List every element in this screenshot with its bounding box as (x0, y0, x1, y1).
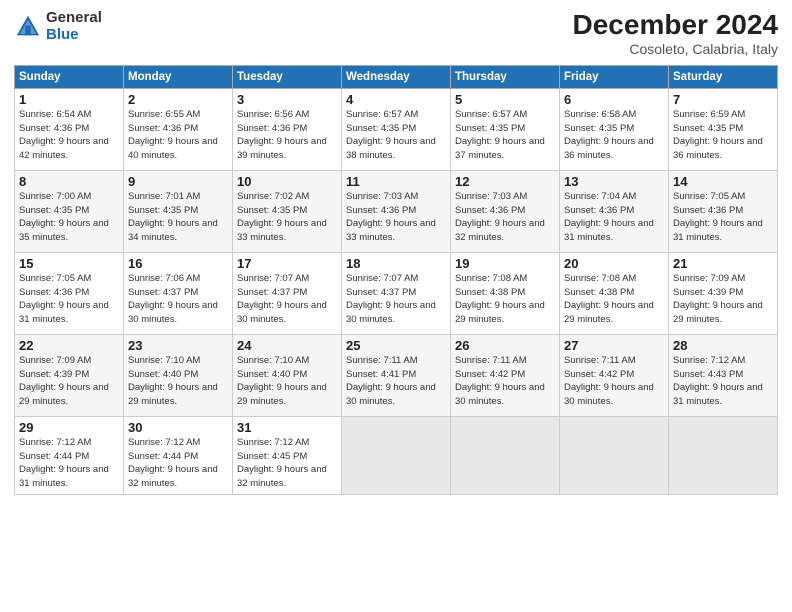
col-tuesday: Tuesday (233, 65, 342, 88)
table-row: 4Sunrise: 6:57 AMSunset: 4:35 PMDaylight… (342, 88, 451, 170)
header-row: Sunday Monday Tuesday Wednesday Thursday… (15, 65, 778, 88)
table-row: 19Sunrise: 7:08 AMSunset: 4:38 PMDayligh… (451, 252, 560, 334)
col-wednesday: Wednesday (342, 65, 451, 88)
table-row: 13Sunrise: 7:04 AMSunset: 4:36 PMDayligh… (560, 170, 669, 252)
table-row: 14Sunrise: 7:05 AMSunset: 4:36 PMDayligh… (669, 170, 778, 252)
col-sunday: Sunday (15, 65, 124, 88)
table-row (451, 416, 560, 494)
logo-text: General Blue (46, 10, 102, 43)
table-row: 28Sunrise: 7:12 AMSunset: 4:43 PMDayligh… (669, 334, 778, 416)
table-row: 24Sunrise: 7:10 AMSunset: 4:40 PMDayligh… (233, 334, 342, 416)
table-row: 2Sunrise: 6:55 AMSunset: 4:36 PMDaylight… (124, 88, 233, 170)
month-title: December 2024 (573, 10, 778, 41)
page-container: General Blue December 2024 Cosoleto, Cal… (0, 0, 792, 503)
table-row: 10Sunrise: 7:02 AMSunset: 4:35 PMDayligh… (233, 170, 342, 252)
table-row: 1Sunrise: 6:54 AMSunset: 4:36 PMDaylight… (15, 88, 124, 170)
table-row: 17Sunrise: 7:07 AMSunset: 4:37 PMDayligh… (233, 252, 342, 334)
table-row: 7Sunrise: 6:59 AMSunset: 4:35 PMDaylight… (669, 88, 778, 170)
table-row: 15Sunrise: 7:05 AMSunset: 4:36 PMDayligh… (15, 252, 124, 334)
table-row: 20Sunrise: 7:08 AMSunset: 4:38 PMDayligh… (560, 252, 669, 334)
table-row: 27Sunrise: 7:11 AMSunset: 4:42 PMDayligh… (560, 334, 669, 416)
table-row: 25Sunrise: 7:11 AMSunset: 4:41 PMDayligh… (342, 334, 451, 416)
table-row: 3Sunrise: 6:56 AMSunset: 4:36 PMDaylight… (233, 88, 342, 170)
location-subtitle: Cosoleto, Calabria, Italy (573, 41, 778, 57)
table-row: 21Sunrise: 7:09 AMSunset: 4:39 PMDayligh… (669, 252, 778, 334)
table-row: 9Sunrise: 7:01 AMSunset: 4:35 PMDaylight… (124, 170, 233, 252)
logo-general: General (46, 10, 102, 27)
logo-icon (14, 13, 42, 41)
table-row: 22Sunrise: 7:09 AMSunset: 4:39 PMDayligh… (15, 334, 124, 416)
table-row: 29Sunrise: 7:12 AMSunset: 4:44 PMDayligh… (15, 416, 124, 494)
title-block: December 2024 Cosoleto, Calabria, Italy (573, 10, 778, 57)
table-row: 5Sunrise: 6:57 AMSunset: 4:35 PMDaylight… (451, 88, 560, 170)
table-row: 23Sunrise: 7:10 AMSunset: 4:40 PMDayligh… (124, 334, 233, 416)
logo-blue: Blue (46, 27, 102, 44)
table-row: 11Sunrise: 7:03 AMSunset: 4:36 PMDayligh… (342, 170, 451, 252)
col-monday: Monday (124, 65, 233, 88)
col-saturday: Saturday (669, 65, 778, 88)
table-row (342, 416, 451, 494)
table-row: 6Sunrise: 6:58 AMSunset: 4:35 PMDaylight… (560, 88, 669, 170)
table-row: 26Sunrise: 7:11 AMSunset: 4:42 PMDayligh… (451, 334, 560, 416)
table-row: 30Sunrise: 7:12 AMSunset: 4:44 PMDayligh… (124, 416, 233, 494)
col-friday: Friday (560, 65, 669, 88)
table-row: 16Sunrise: 7:06 AMSunset: 4:37 PMDayligh… (124, 252, 233, 334)
col-thursday: Thursday (451, 65, 560, 88)
table-row: 18Sunrise: 7:07 AMSunset: 4:37 PMDayligh… (342, 252, 451, 334)
table-row: 8Sunrise: 7:00 AMSunset: 4:35 PMDaylight… (15, 170, 124, 252)
calendar-table: Sunday Monday Tuesday Wednesday Thursday… (14, 65, 778, 495)
table-row (560, 416, 669, 494)
logo: General Blue (14, 10, 102, 43)
table-row (669, 416, 778, 494)
table-row: 12Sunrise: 7:03 AMSunset: 4:36 PMDayligh… (451, 170, 560, 252)
table-row: 31Sunrise: 7:12 AMSunset: 4:45 PMDayligh… (233, 416, 342, 494)
page-header: General Blue December 2024 Cosoleto, Cal… (14, 10, 778, 57)
